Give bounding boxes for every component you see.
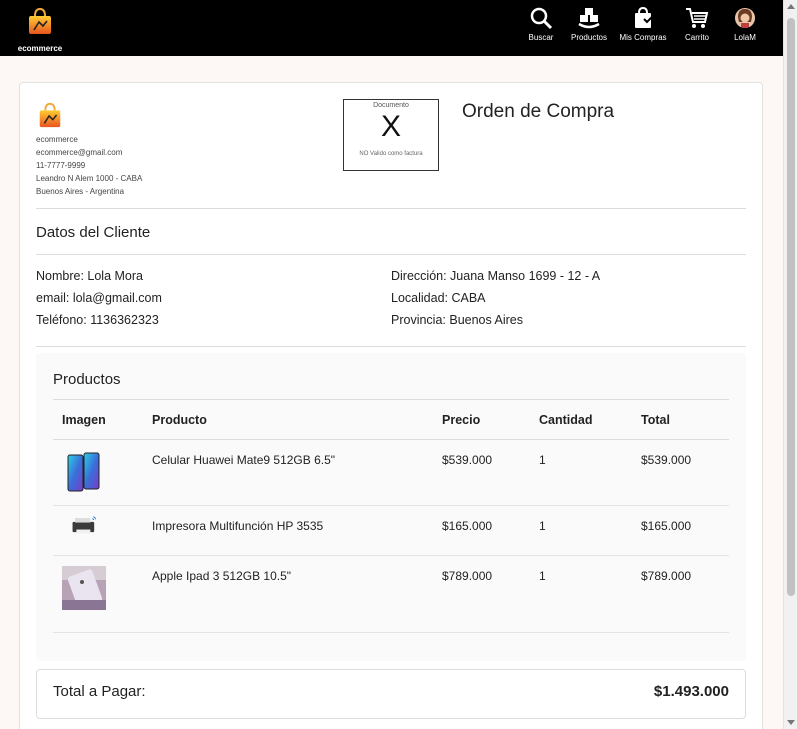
scroll-up-icon[interactable] [787,4,795,9]
product-qty: 1 [530,555,632,633]
client-section-title: Datos del Cliente [36,224,151,241]
divider [36,346,746,347]
avatar-image [735,8,755,28]
product-price: $539.000 [433,439,530,506]
product-image-cell [53,439,143,506]
client-email: email: lola@gmail.com [36,291,162,305]
divider [36,208,746,209]
products-icon [578,8,600,29]
document-type-box: Documento X NO Valido como factura [343,99,439,171]
column-header-price: Precio [433,399,530,440]
shopping-bag-icon [635,6,654,28]
avatar [735,8,755,28]
table-row: Apple Ipad 3 512GB 10.5" $789.000 1 $789… [53,555,729,633]
nav-products-label: Productos [570,33,608,42]
company-name: ecommerce [36,135,78,144]
client-province: Provincia: Buenos Aires [391,313,524,327]
product-total: $789.000 [632,555,729,633]
column-header-total: Total [632,399,729,440]
nav-cart-label: Carrito [684,33,709,42]
scrollbar-thumb[interactable] [787,18,795,596]
column-header-product: Producto [143,399,433,440]
company-city: Buenos Aires - Argentina [36,187,125,196]
printer-image [72,516,96,534]
column-header-quantity: Cantidad [530,399,632,440]
table-row: Impresora Multifunción HP 3535 $165.000 … [53,505,729,556]
client-info-left: Nombre: Lola Mora email: lola@gmail.com … [36,265,162,331]
total-box: Total a Pagar: $1.493.000 [36,669,746,719]
product-total: $165.000 [632,505,729,556]
scroll-down-icon[interactable] [787,720,795,725]
column-header-image: Imagen [53,399,143,440]
products-table: Imagen Producto Precio Cantidad Total Ce… [53,399,729,633]
nav-my-purchases-label: Mis Compras [619,33,667,42]
products-title: Productos [53,371,121,388]
table-header-row: Imagen Producto Precio Cantidad Total [53,399,729,440]
top-navbar: ecommerce Buscar Productos Mis Compras C… [0,0,783,56]
cart-icon [686,8,709,28]
company-address: Leandro N Alem 1000 - CABA [36,174,143,183]
product-total: $539.000 [632,439,729,506]
search-icon [530,7,553,30]
client-info-right: Dirección: Juana Manso 1699 - 12 - A Loc… [391,265,600,331]
document-label: Documento [373,102,409,109]
document-note: NO Valido como factura [359,151,423,157]
product-image-cell [53,505,143,556]
tablet-image [62,566,106,610]
total-value: $1.493.000 [653,683,729,700]
company-logo-icon [39,102,61,128]
product-price: $789.000 [433,555,530,633]
shopping-bag-logo-icon [29,7,51,34]
phone-image [67,452,100,492]
nav-search-label: Buscar [528,33,554,42]
brand-logo-link[interactable]: ecommerce [16,6,64,53]
total-label: Total a Pagar: [53,683,146,700]
product-name: Impresora Multifunción HP 3535 [143,505,433,556]
client-phone: Teléfono: 1136362323 [36,313,159,327]
divider [36,254,746,255]
nav-my-purchases[interactable]: Mis Compras [613,6,673,42]
brand-label: ecommerce [17,44,63,53]
nav-user-label: LolaM [734,33,756,42]
order-card: ecommerce ecommerce@gmail.com 11-7777-99… [19,82,763,729]
vertical-scrollbar[interactable] [783,0,797,729]
product-name: Apple Ipad 3 512GB 10.5" [143,555,433,633]
nav-products[interactable]: Productos [565,6,613,42]
company-info: ecommerce ecommerce@gmail.com 11-7777-99… [36,101,142,198]
product-name: Celular Huawei Mate9 512GB 6.5" [143,439,433,506]
nav-cart[interactable]: Carrito [673,6,721,42]
company-email: ecommerce@gmail.com [36,148,123,157]
page-title: Orden de Compra [462,101,615,122]
product-qty: 1 [530,439,632,506]
company-phone: 11-7777-9999 [36,161,86,170]
client-name: Nombre: Lola Mora [36,269,143,283]
client-address: Dirección: Juana Manso 1699 - 12 - A [391,269,601,283]
product-qty: 1 [530,505,632,556]
document-letter: X [380,110,401,143]
product-image-cell [53,555,143,633]
product-price: $165.000 [433,505,530,556]
table-row: Celular Huawei Mate9 512GB 6.5" $539.000… [53,439,729,506]
products-panel: Productos Imagen Producto Precio Cantida… [36,353,746,661]
client-locality: Localidad: CABA [391,291,486,305]
nav-search[interactable]: Buscar [517,6,565,42]
nav-user[interactable]: LolaM [721,6,769,42]
